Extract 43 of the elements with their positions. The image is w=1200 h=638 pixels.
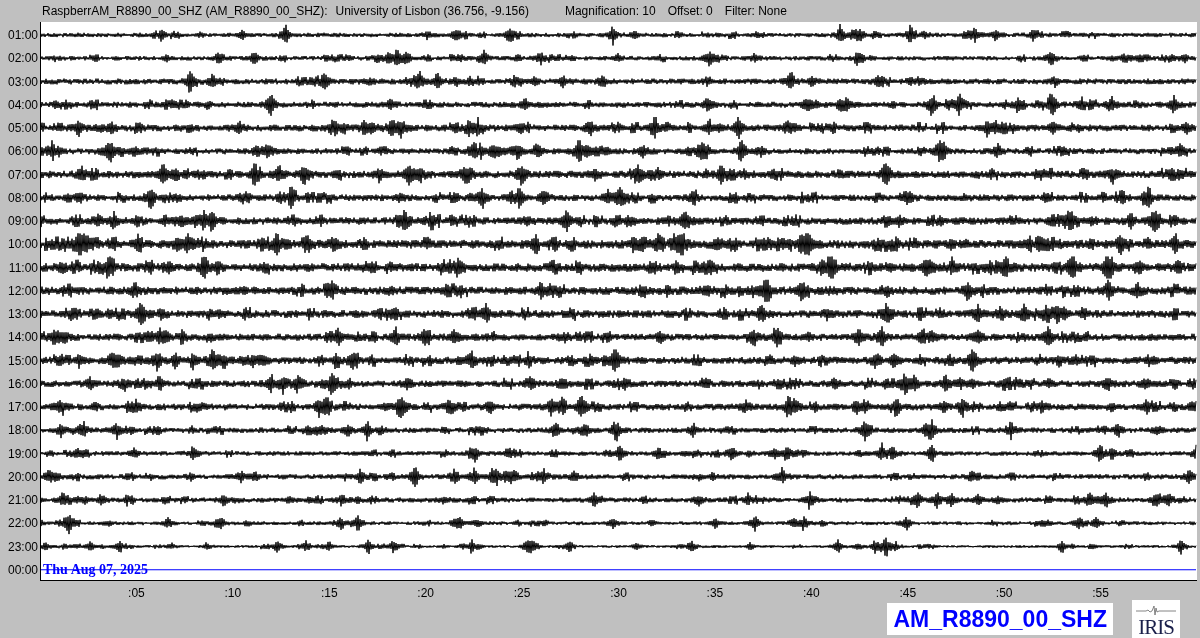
minute-label: :35 [706,586,724,600]
hour-label: 19:00 [7,446,38,461]
hour-label: 16:00 [7,376,38,391]
hour-label: 15:00 [7,353,38,368]
waveform-icon [1136,604,1176,616]
hour-label: 14:00 [7,330,38,345]
minute-label: :10 [224,586,242,600]
hour-label: 12:00 [7,283,38,298]
offset-text: Offset: 0 [667,4,713,18]
minute-label: :30 [610,586,627,600]
hour-label: 08:00 [7,190,38,205]
minute-label: :20 [417,586,434,600]
hour-label: 00:00 [7,562,38,577]
hour-label: 02:00 [7,51,38,66]
filter-text: Filter: None [724,4,787,18]
hour-label: 06:00 [7,144,38,159]
hour-label: 22:00 [7,516,38,531]
minute-label: :40 [803,586,820,600]
magnification-text: Magnification: 10 [564,4,656,18]
station-name: RaspberrAM_R8890_00_SHZ (AM_R8890_00_SHZ): [42,4,328,18]
hour-label: 09:00 [7,214,38,228]
hour-label: 23:00 [7,539,38,554]
hour-label: 21:00 [7,493,38,507]
location-text: University of Lisbon (36.756, -9.156) [335,4,529,18]
minute-label: :50 [995,586,1013,600]
hour-label: 13:00 [7,307,38,321]
minute-label: :45 [899,586,917,600]
hour-label: 10:00 [7,237,38,252]
hour-label: 11:00 [8,260,38,275]
hour-label: 03:00 [7,74,38,89]
hour-label: 20:00 [7,469,38,484]
station-badge: AM_R8890_00_SHZ [887,603,1113,635]
minute-label: :05 [128,586,145,600]
minute-label: :15 [320,586,338,600]
hour-label: 01:00 [7,28,38,42]
hour-label: 17:00 [7,400,38,414]
minute-label: :25 [513,586,531,600]
minute-label: :55 [1092,586,1109,600]
hour-label: 18:00 [7,423,38,438]
hour-label: 07:00 [7,167,38,182]
logo-text: IRIS [1138,616,1174,638]
hour-label: 04:00 [7,97,38,112]
hour-label: 05:00 [7,121,38,135]
